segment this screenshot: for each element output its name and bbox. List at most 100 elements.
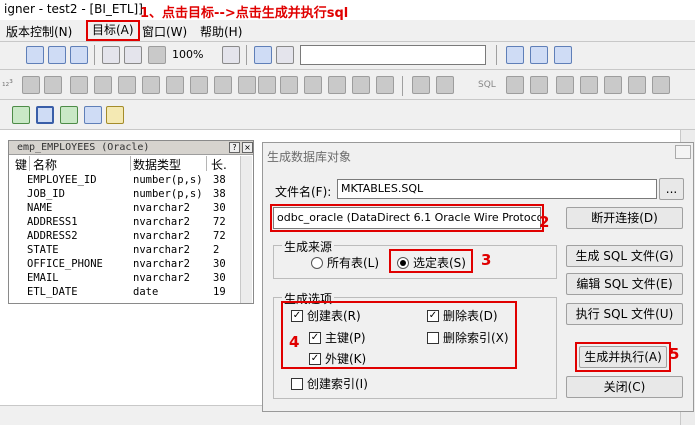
close-icon[interactable]: ×: [242, 142, 253, 153]
table-row[interactable]: ADDRESS2 nvarchar2 72: [9, 230, 253, 244]
table-row[interactable]: OFFICE_PHONE nvarchar2 30: [9, 258, 253, 272]
find-icon[interactable]: [254, 46, 272, 64]
table-row[interactable]: EMAIL nvarchar2 30: [9, 272, 253, 286]
sql-tool-icon[interactable]: [280, 76, 298, 94]
dropdown-arrow-icon[interactable]: [4, 46, 12, 64]
menu-window[interactable]: 窗口(W): [142, 23, 187, 40]
row-type: nvarchar2: [133, 272, 190, 284]
job-tool-icon[interactable]: [580, 76, 598, 94]
split-tool-icon[interactable]: [436, 76, 454, 94]
toolbar-row-3: [0, 100, 695, 130]
table-row[interactable]: ETL_DATE date 19: [9, 286, 253, 300]
fit-page-icon[interactable]: [222, 46, 240, 64]
generate-sql-file-button[interactable]: 生成 SQL 文件(G): [566, 245, 683, 267]
row-type: nvarchar2: [133, 230, 190, 242]
toolbar-separator: [496, 45, 497, 65]
zoom-dropdown-icon[interactable]: [204, 46, 214, 64]
hand-icon[interactable]: [124, 46, 142, 64]
text-tool-icon[interactable]: [166, 76, 184, 94]
merge-tool-icon[interactable]: [530, 76, 548, 94]
layout-icon[interactable]: [506, 46, 524, 64]
help-icon[interactable]: ?: [229, 142, 240, 153]
table-row[interactable]: STATE nvarchar2 2: [9, 244, 253, 258]
file-name-input[interactable]: MKTABLES.SQL: [337, 179, 657, 199]
object-combo-box[interactable]: [300, 45, 486, 65]
check-model-icon[interactable]: [12, 106, 30, 124]
toolbar-row-1: 100%: [0, 42, 695, 70]
az-tool-icon[interactable]: [238, 76, 256, 94]
row-type: number(p,s): [133, 174, 203, 186]
row-name: EMAIL: [27, 272, 59, 284]
inheritance-icon[interactable]: [94, 76, 112, 94]
all-tables-radio[interactable]: 所有表(L): [311, 254, 379, 271]
row-length: 38: [213, 188, 226, 200]
pipe-tool-icon[interactable]: [506, 76, 524, 94]
row-name: OFFICE_PHONE: [27, 258, 103, 270]
dialog-title: 生成数据库对象: [267, 150, 352, 164]
column-header-type: 数据类型: [133, 158, 182, 172]
execute-sql-file-button[interactable]: 执行 SQL 文件(U): [566, 303, 683, 325]
table-row[interactable]: NAME nvarchar2 30: [9, 202, 253, 216]
msg-tool-icon[interactable]: [352, 76, 370, 94]
cluster-icon[interactable]: [106, 106, 124, 124]
abc-tool-icon[interactable]: [214, 76, 232, 94]
pointer-icon[interactable]: [102, 46, 120, 64]
generate-database-dialog: 生成数据库对象 文件名(F): MKTABLES.SQL ... odbc_or…: [262, 142, 694, 412]
dialog-close-icon[interactable]: [675, 145, 691, 159]
chart-icon[interactable]: [36, 106, 54, 124]
list-view-icon[interactable]: [48, 46, 66, 64]
grid-view-icon[interactable]: [70, 46, 88, 64]
menu-version-control[interactable]: 版本控制(N): [6, 23, 72, 40]
row-name: ADDRESS2: [27, 230, 78, 242]
report-icon[interactable]: [60, 106, 78, 124]
column-header-key: 键: [15, 158, 28, 172]
replace-icon[interactable]: [276, 46, 294, 64]
title-bar: igner - test2 - [BI_ETL]] 1、点击目标-->点击生成并…: [0, 0, 695, 21]
zoom-lens-icon[interactable]: [148, 46, 166, 64]
procedure-icon[interactable]: [44, 76, 62, 94]
table-view-icon[interactable]: [26, 46, 44, 64]
browse-button[interactable]: ...: [659, 178, 684, 200]
xml-tool-icon[interactable]: [304, 76, 322, 94]
note-tool-icon[interactable]: [142, 76, 160, 94]
table-row[interactable]: ADDRESS1 nvarchar2 72: [9, 216, 253, 230]
circle-tool-icon[interactable]: [70, 76, 88, 94]
menu-help[interactable]: 帮助(H): [200, 23, 242, 40]
link-tool-icon[interactable]: [190, 76, 208, 94]
cylinder-tool-icon[interactable]: [628, 76, 646, 94]
app-tool-icon[interactable]: [328, 76, 346, 94]
edit-sql-file-button[interactable]: 编辑 SQL 文件(E): [566, 273, 683, 295]
menu-bar: 版本控制(N) 目标(A) 窗口(W) 帮助(H): [0, 20, 695, 42]
arrange-icon[interactable]: [530, 46, 548, 64]
close-button[interactable]: 关闭(C): [566, 376, 683, 398]
table-row[interactable]: EMPLOYEE_ID number(p,s) 38: [9, 174, 253, 188]
plus-tool-icon[interactable]: [652, 76, 670, 94]
package-icon[interactable]: [22, 76, 40, 94]
annotation-step-1: 1、点击目标-->点击生成并执行sql: [140, 6, 349, 21]
stop-tool-icon[interactable]: [556, 76, 574, 94]
table-symbol-panel[interactable]: emp_EMPLOYEES (Oracle) ? × 键 名称 数据类型 长. …: [8, 140, 254, 304]
highlight-box-options: [281, 301, 517, 369]
annotation-step-2: 2: [539, 213, 550, 231]
disconnect-button[interactable]: 断开连接(D): [566, 207, 683, 229]
row-length: 30: [213, 258, 226, 270]
arrow-tool-icon[interactable]: [118, 76, 136, 94]
annotation-step-4: 4: [289, 333, 300, 351]
menu-target[interactable]: 目标(A): [86, 20, 140, 41]
db-tool-icon[interactable]: [604, 76, 622, 94]
column-divider: [29, 156, 30, 171]
table-grid-icon[interactable]: [84, 106, 102, 124]
table-row[interactable]: JOB_ID number(p,s) 38: [9, 188, 253, 202]
vis-tool-icon[interactable]: [376, 76, 394, 94]
gear-icon[interactable]: [258, 76, 276, 94]
create-index-checkbox[interactable]: 创建索引(I): [291, 375, 368, 392]
window-tile-icon[interactable]: [554, 46, 572, 64]
zoom-level[interactable]: 100%: [172, 48, 203, 61]
column-header-length: 长.: [211, 158, 227, 172]
column-header-name: 名称: [33, 158, 58, 172]
cdc-tool-icon[interactable]: [412, 76, 430, 94]
toolbar-separator: [246, 45, 247, 65]
all-tables-label: 所有表(L): [327, 256, 380, 270]
row-type: number(p,s): [133, 188, 203, 200]
row-type: nvarchar2: [133, 258, 190, 270]
